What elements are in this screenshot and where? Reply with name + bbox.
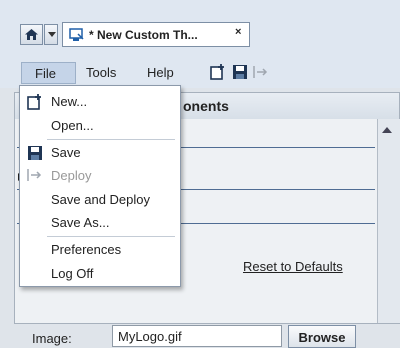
browse-button[interactable]: Browse [288, 325, 356, 348]
menu-item-label: Save As... [51, 215, 110, 230]
menu-item-label: Open... [51, 118, 94, 133]
image-field[interactable] [112, 325, 282, 347]
document-icon [69, 28, 84, 41]
menu-item-deploy: Deploy [20, 164, 180, 188]
menu-file[interactable]: File [21, 62, 76, 84]
menu-item-label: New... [51, 94, 88, 109]
new-icon[interactable] [210, 64, 226, 80]
home-icon [25, 29, 38, 40]
menu-item-label: Save and Deploy [51, 192, 151, 207]
menu-item-label: Deploy [51, 168, 92, 183]
chevron-down-icon [48, 32, 56, 37]
tab-title: * New Custom Th... [89, 28, 198, 42]
tab-document[interactable]: * New Custom Th... × [62, 22, 250, 47]
home-dropdown-button[interactable] [44, 24, 58, 45]
menu-item-label: Save [51, 145, 81, 160]
menu-item-save[interactable]: Save [20, 141, 180, 165]
menu-separator [47, 139, 175, 140]
close-icon[interactable]: × [235, 26, 241, 38]
home-button[interactable] [20, 24, 43, 45]
deploy-icon[interactable] [253, 65, 269, 79]
save-icon[interactable] [232, 64, 248, 80]
save-icon [28, 146, 42, 160]
menu-file-label: File [35, 66, 56, 81]
image-label: Image: [32, 331, 72, 346]
deploy-icon [27, 169, 42, 181]
menu-item-save-and-deploy[interactable]: Save and Deploy [20, 188, 180, 212]
menu-help[interactable]: Help [147, 65, 174, 80]
menu-item-label: Log Off [51, 266, 94, 281]
menu-item-log-off[interactable]: Log Off [20, 262, 180, 286]
menu-item-save-as[interactable]: Save As... [20, 211, 180, 235]
menu-item-new[interactable]: New... [20, 90, 180, 114]
vertical-scrollbar[interactable] [377, 119, 400, 323]
reset-to-defaults-link[interactable]: Reset to Defaults [243, 259, 343, 274]
menu-separator [47, 236, 175, 237]
menu-item-open[interactable]: Open... [20, 114, 180, 138]
menu-item-label: Preferences [51, 242, 122, 257]
menu-item-preferences[interactable]: Preferences [20, 238, 180, 262]
new-icon [27, 94, 41, 110]
menu-bar: File Tools Help [0, 61, 400, 85]
app-header: * New Custom Th... × File Tools Help [0, 0, 400, 88]
scroll-up-icon[interactable] [382, 127, 392, 133]
menu-tools[interactable]: Tools [86, 65, 116, 80]
file-menu-dropdown: New... Open... Save Deploy Save and Depl… [19, 85, 181, 287]
panel-title: onents [183, 98, 229, 114]
